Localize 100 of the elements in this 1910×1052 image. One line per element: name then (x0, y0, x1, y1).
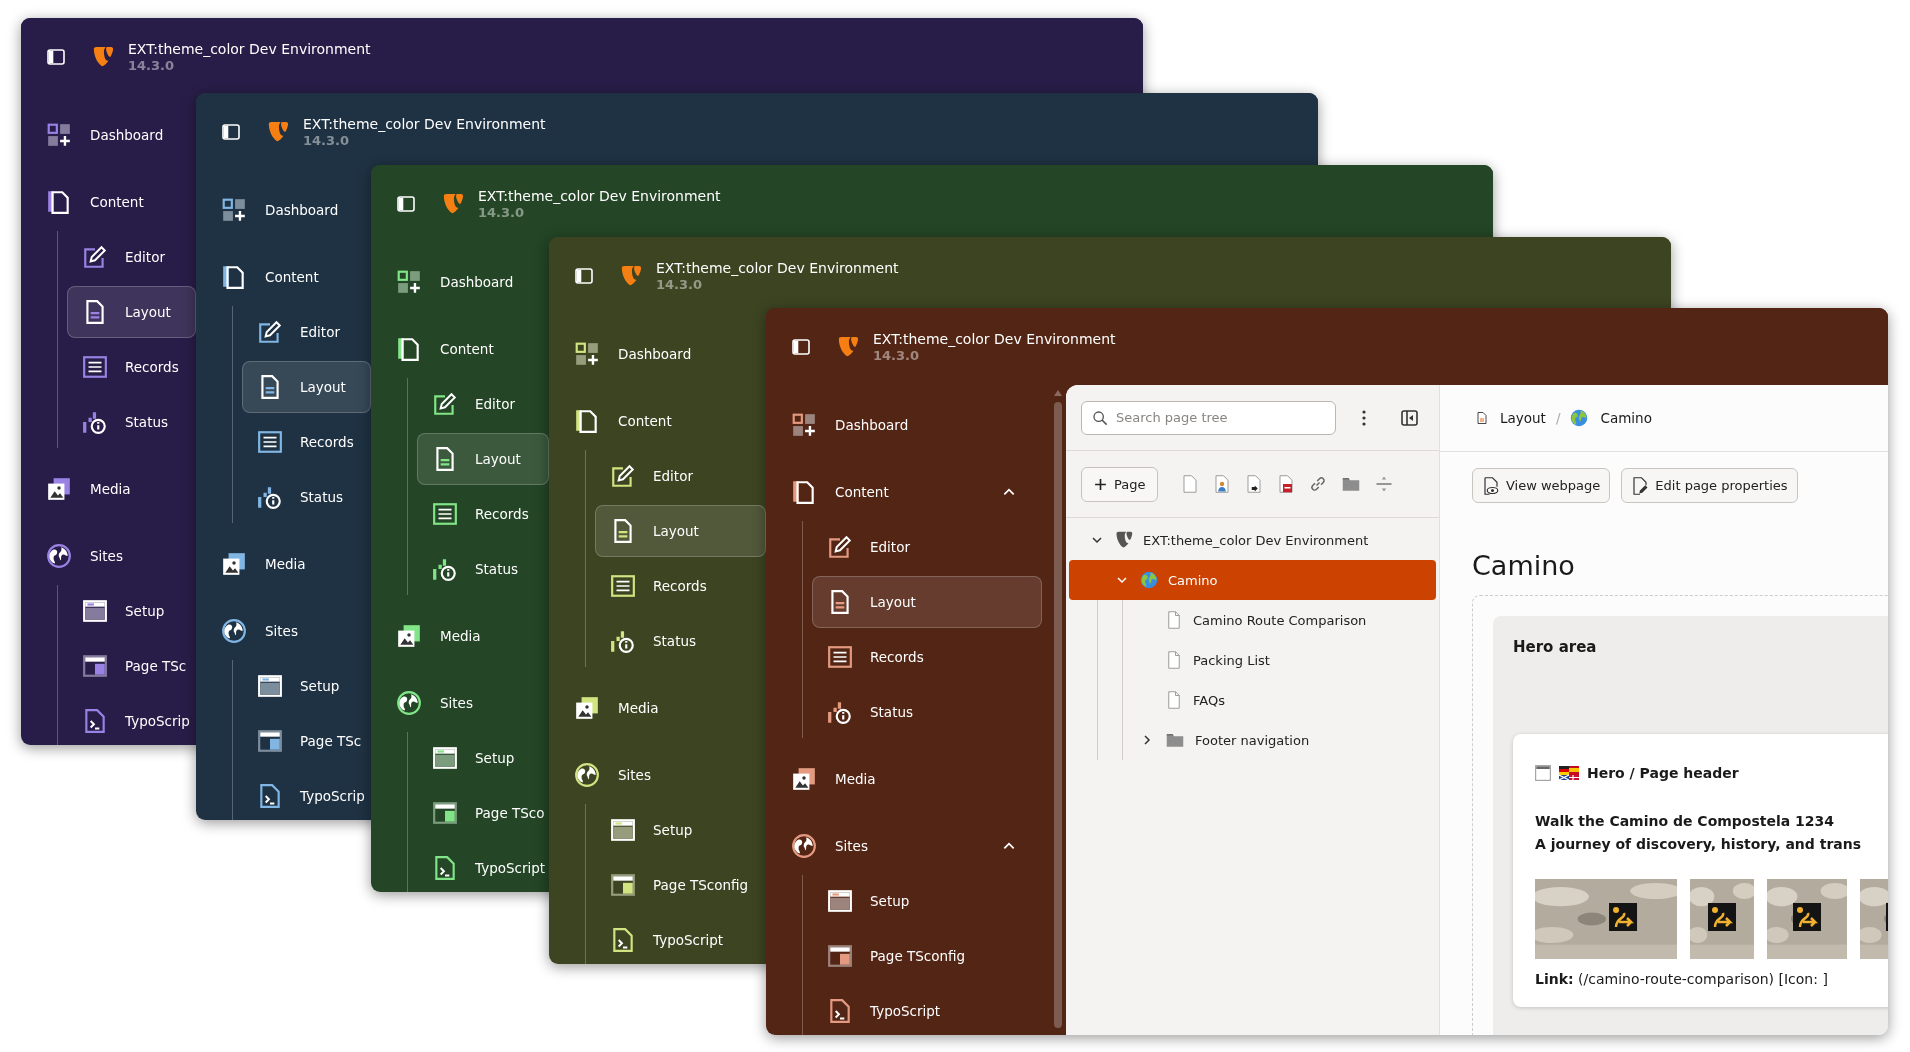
chevron-icon[interactable] (1141, 734, 1153, 746)
tree-node[interactable]: EXT:theme_color Dev Environment (1069, 520, 1436, 560)
nav-item[interactable]: Setup (417, 732, 549, 784)
sidebar-toggle-icon[interactable] (397, 196, 415, 212)
nav-item[interactable]: Sites (196, 605, 371, 657)
pencil-icon (432, 391, 458, 417)
nav-item[interactable]: Editor (812, 521, 1042, 573)
sidebar-toggle-icon[interactable] (47, 49, 65, 65)
folder-icon[interactable] (1341, 475, 1362, 493)
nav-item[interactable]: Dashboard (766, 399, 1042, 451)
nav-item[interactable]: Records (595, 560, 766, 612)
pencil-icon (827, 534, 853, 560)
collapse-panel-icon[interactable] (1401, 409, 1418, 426)
nav-item[interactable]: Editor (595, 450, 766, 502)
nav-item[interactable]: Setup (242, 660, 371, 712)
user-page-icon[interactable] (1213, 474, 1232, 494)
nav-item[interactable]: Setup (812, 875, 1042, 927)
nav-item[interactable]: Status (417, 543, 549, 595)
tree-node[interactable]: FAQs (1069, 680, 1436, 720)
nav-item[interactable]: TypoScript (812, 985, 1042, 1035)
tree-node[interactable]: Camino (1069, 560, 1436, 600)
sidebar-toggle-icon[interactable] (222, 124, 240, 140)
search-icon (1092, 409, 1108, 426)
globe-icon (1570, 409, 1589, 427)
nav-item[interactable]: Dashboard (196, 184, 371, 236)
nav-item[interactable]: Editor (242, 306, 371, 358)
tree-node[interactable]: Packing List (1069, 640, 1436, 680)
nav-item[interactable]: Page TSc (242, 715, 371, 767)
nav-item[interactable]: Page TSco (417, 787, 549, 839)
nav-item[interactable]: Media (371, 610, 549, 662)
nav-item[interactable]: Setup (595, 804, 766, 856)
nav-item[interactable]: Page TSconfig (595, 859, 766, 911)
pencil-icon (257, 319, 283, 345)
breadcrumb-separator: / (1555, 410, 1561, 426)
chevron-icon[interactable] (1091, 534, 1103, 546)
nav-item[interactable]: TypoScrip (242, 770, 371, 820)
nav-item[interactable]: Status (242, 471, 371, 523)
globe-icon (221, 618, 247, 644)
sidebar-toggle-icon[interactable] (792, 339, 810, 355)
globe-icon (574, 762, 600, 788)
nav-item[interactable]: Status (67, 396, 196, 448)
page-arrow-icon[interactable] (1245, 474, 1264, 494)
nav-item[interactable]: Records (812, 631, 1042, 683)
info-icon (257, 484, 283, 510)
globe-icon (396, 690, 422, 716)
nav-item[interactable]: TypoScrip (67, 695, 196, 745)
nav-item[interactable]: Records (242, 416, 371, 468)
tree-node[interactable]: Footer navigation (1069, 720, 1436, 760)
page-badge-icon[interactable] (1277, 474, 1296, 494)
nav-item[interactable]: Layout (242, 361, 371, 413)
view-webpage-button[interactable]: View webpage (1472, 468, 1611, 503)
page-icon (1165, 611, 1183, 629)
nav-item[interactable]: Sites (371, 677, 549, 729)
nav-item[interactable]: Layout (67, 286, 196, 338)
app-title: EXT:theme_color Dev Environment (303, 115, 546, 133)
nav-item[interactable]: Setup (67, 585, 196, 637)
edit-page-button[interactable]: Edit page properties (1621, 468, 1798, 503)
nav-item[interactable]: Content (21, 176, 196, 228)
nav-item[interactable]: Editor (67, 231, 196, 283)
nav-item[interactable]: Status (595, 615, 766, 667)
nav-item[interactable]: Media (766, 753, 1042, 805)
folder-icon (1165, 731, 1185, 749)
nav-item[interactable]: Records (67, 341, 196, 393)
more-icon[interactable] (1362, 409, 1366, 426)
breadcrumb-link[interactable]: Layout (1500, 410, 1546, 426)
nav-item[interactable]: Page TSconfig (812, 930, 1042, 982)
tree-node[interactable]: Camino Route Comparison (1069, 600, 1436, 640)
version-label: 14.3.0 (656, 276, 704, 293)
nav-item[interactable]: Layout (812, 576, 1042, 628)
nav-item[interactable]: TypoScript (417, 842, 549, 892)
nav-item[interactable]: TypoScript (595, 914, 766, 964)
nav-item[interactable]: Content (196, 251, 371, 303)
nav-item[interactable]: Dashboard (371, 256, 549, 308)
link-icon[interactable] (1309, 475, 1328, 493)
image-icon (46, 476, 72, 502)
nav-item[interactable]: Dashboard (21, 109, 196, 161)
page-icon (1165, 691, 1183, 709)
nav-item[interactable]: Editor (417, 378, 549, 430)
search-field[interactable]: Search page tree (1081, 400, 1336, 435)
nav-item[interactable]: Layout (595, 505, 766, 557)
nav-item[interactable]: Media (549, 682, 766, 734)
split-icon[interactable] (1375, 475, 1394, 493)
info-icon (610, 628, 636, 654)
nav-item[interactable]: Sites (549, 749, 766, 801)
scrollbar[interactable] (1052, 388, 1064, 1028)
nav-item[interactable]: Content (371, 323, 549, 375)
nav-item[interactable]: Status (812, 686, 1042, 738)
nav-item[interactable]: Dashboard (549, 328, 766, 380)
nav-item[interactable]: Content (766, 466, 980, 518)
nav-item[interactable]: Page TSc (67, 640, 196, 692)
nav-item[interactable]: Layout (417, 433, 549, 485)
nav-item[interactable]: Media (21, 463, 196, 515)
sidebar-toggle-icon[interactable] (575, 268, 593, 284)
breadcrumb-link[interactable]: Camino (1600, 410, 1652, 426)
new-page-button[interactable]: Page (1081, 466, 1159, 502)
nav-item[interactable]: Sites (766, 820, 980, 872)
nav-item[interactable]: Sites (21, 530, 196, 582)
nav-item[interactable]: Media (196, 538, 371, 590)
nav-item[interactable]: Content (549, 395, 766, 447)
nav-item[interactable]: Records (417, 488, 549, 540)
